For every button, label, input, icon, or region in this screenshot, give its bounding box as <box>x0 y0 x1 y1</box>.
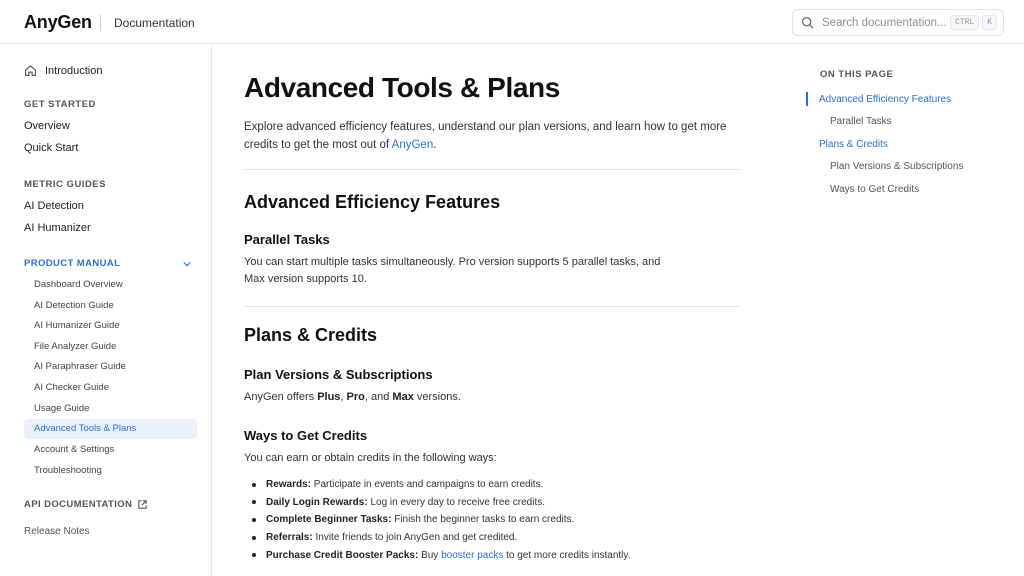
sidebar-item-label: API DOCUMENTATION <box>24 499 133 510</box>
toc-title: ON THIS PAGE <box>820 69 894 80</box>
toc-item-plan-versions[interactable]: Plan Versions & Subscriptions <box>830 161 963 172</box>
heading-advanced-efficiency-features: Advanced Efficiency Features <box>244 192 501 212</box>
sidebar-item-ai-detection[interactable]: AI Detection <box>24 200 84 212</box>
bullet-label: Purchase Credit Booster Packs: <box>266 549 419 561</box>
heading-plans-credits: Plans & Credits <box>244 325 378 345</box>
section-title-metric-guides: METRIC GUIDES <box>24 179 106 190</box>
shortcut-ctrl-key: CTRL <box>949 15 980 30</box>
sidebar-item-advanced-tools-plans[interactable]: Advanced Tools & Plans <box>24 419 197 439</box>
sidebar-item-quick-start[interactable]: Quick Start <box>24 142 78 154</box>
list-item: Rewards: Participate in events and campa… <box>244 476 740 494</box>
list-item: Daily Login Rewards: Log in every day to… <box>244 494 740 512</box>
bullet-text: Log in every day to receive free credits… <box>370 496 545 508</box>
list-item: Purchase Credit Booster Packs: Buy boost… <box>244 546 740 564</box>
bullet-dot <box>252 517 256 522</box>
intro-paragraph: Explore advanced efficiency features, un… <box>244 118 739 154</box>
bullet-dot <box>252 500 256 505</box>
sidebar-item-label: Introduction <box>45 64 103 77</box>
sidebar: Introduction GET STARTED Overview Quick … <box>0 44 212 576</box>
sidebar-item-account-settings[interactable]: Account & Settings <box>24 440 197 460</box>
list-item: Referrals: Invite friends to join AnyGen… <box>244 529 740 547</box>
search-input[interactable]: Search documentation... <box>822 17 947 29</box>
plan-separator: , <box>340 391 344 403</box>
home-icon <box>25 65 36 76</box>
sidebar-item-ai-humanizer-guide[interactable]: AI Humanizer Guide <box>24 316 197 336</box>
bullet-dot <box>252 482 256 487</box>
plan-separator: , and <box>364 391 390 403</box>
toc-item-parallel-tasks[interactable]: Parallel Tasks <box>830 116 892 127</box>
plan-plus: Plus <box>317 391 341 403</box>
bullet-label: Daily Login Rewards: <box>266 496 368 508</box>
bullet-text: Invite friends to join AnyGen and get cr… <box>315 532 518 544</box>
credits-intro-text: You can earn or obtain credits in the fo… <box>244 452 497 464</box>
bullet-dot <box>252 535 256 540</box>
sidebar-item-usage-guide[interactable]: Usage Guide <box>24 399 197 419</box>
top-header: AnyGen Documentation Search documentatio… <box>0 0 1024 44</box>
search-icon <box>802 17 814 29</box>
section-title-get-started: GET STARTED <box>24 99 96 110</box>
intro-end: . <box>433 139 437 151</box>
plan-versions-text: AnyGen offers Plus, Pro, and Max version… <box>244 389 740 406</box>
logo[interactable]: AnyGen <box>24 12 92 33</box>
bullet-text: Finish the beginner tasks to earn credit… <box>394 514 575 526</box>
plan-pro: Pro <box>346 391 365 403</box>
bullet-label: Complete Beginner Tasks: <box>266 514 392 526</box>
sidebar-item-ai-paraphraser-guide[interactable]: AI Paraphraser Guide <box>24 357 197 377</box>
credits-list: Rewards: Participate in events and campa… <box>244 476 740 564</box>
intro-text: Explore advanced efficiency features, un… <box>244 121 727 151</box>
bullet-dot <box>252 553 256 558</box>
plan-versions-suffix: versions. <box>416 391 461 403</box>
sidebar-item-dashboard-overview[interactable]: Dashboard Overview <box>24 275 197 295</box>
plan-versions-prefix: AnyGen offers <box>244 391 315 403</box>
booster-packs-link[interactable]: booster packs <box>441 550 503 561</box>
heading-ways-to-get-credits: Ways to Get Credits <box>244 428 368 443</box>
list-item: Complete Beginner Tasks: Finish the begi… <box>244 511 740 529</box>
sidebar-item-ai-detection-guide[interactable]: AI Detection Guide <box>24 296 197 316</box>
sidebar-item-release-notes[interactable]: Release Notes <box>24 526 90 537</box>
divider <box>244 169 740 170</box>
sidebar-item-overview[interactable]: Overview <box>24 120 70 132</box>
toc-item-advanced-efficiency-features[interactable]: Advanced Efficiency Features <box>819 94 951 105</box>
sidebar-item-file-analyzer-guide[interactable]: File Analyzer Guide <box>24 337 197 357</box>
chevron-down-icon <box>183 261 191 266</box>
sidebar-item-ai-checker-guide[interactable]: AI Checker Guide <box>24 378 197 398</box>
sidebar-item-api-documentation[interactable]: API DOCUMENTATION <box>24 499 148 510</box>
search-box[interactable]: Search documentation... CTRL K <box>792 9 1004 36</box>
sidebar-item-ai-humanizer[interactable]: AI Humanizer <box>24 222 91 234</box>
toc-active-indicator <box>806 92 808 106</box>
header-divider <box>100 14 101 31</box>
bullet-text: to get more credits instantly. <box>506 549 631 561</box>
heading-plan-versions: Plan Versions & Subscriptions <box>244 367 433 382</box>
shortcut-k-key: K <box>982 15 997 30</box>
plan-max: Max <box>392 391 414 403</box>
sidebar-item-troubleshooting[interactable]: Troubleshooting <box>24 461 197 481</box>
sidebar-item-introduction[interactable]: Introduction <box>24 64 102 77</box>
toc-item-ways-to-get-credits[interactable]: Ways to Get Credits <box>830 184 919 195</box>
page-title: Advanced Tools & Plans <box>244 72 560 103</box>
external-link-icon <box>138 500 148 509</box>
parallel-tasks-text: You can start multiple tasks simultaneou… <box>244 256 661 285</box>
section-toggle-product-manual[interactable]: PRODUCT MANUAL <box>24 258 192 269</box>
bullet-text: Participate in events and campaigns to e… <box>313 479 544 491</box>
bullet-text: Buy <box>421 549 439 561</box>
documentation-label[interactable]: Documentation <box>114 16 195 30</box>
bullet-label: Rewards: <box>266 479 312 491</box>
bullet-label: Referrals: <box>266 532 313 544</box>
anygen-link[interactable]: AnyGen <box>392 139 434 151</box>
divider <box>244 306 740 307</box>
section-title-product-manual: PRODUCT MANUAL <box>24 258 121 269</box>
heading-parallel-tasks: Parallel Tasks <box>244 232 330 247</box>
toc-item-plans-credits[interactable]: Plans & Credits <box>819 139 888 150</box>
